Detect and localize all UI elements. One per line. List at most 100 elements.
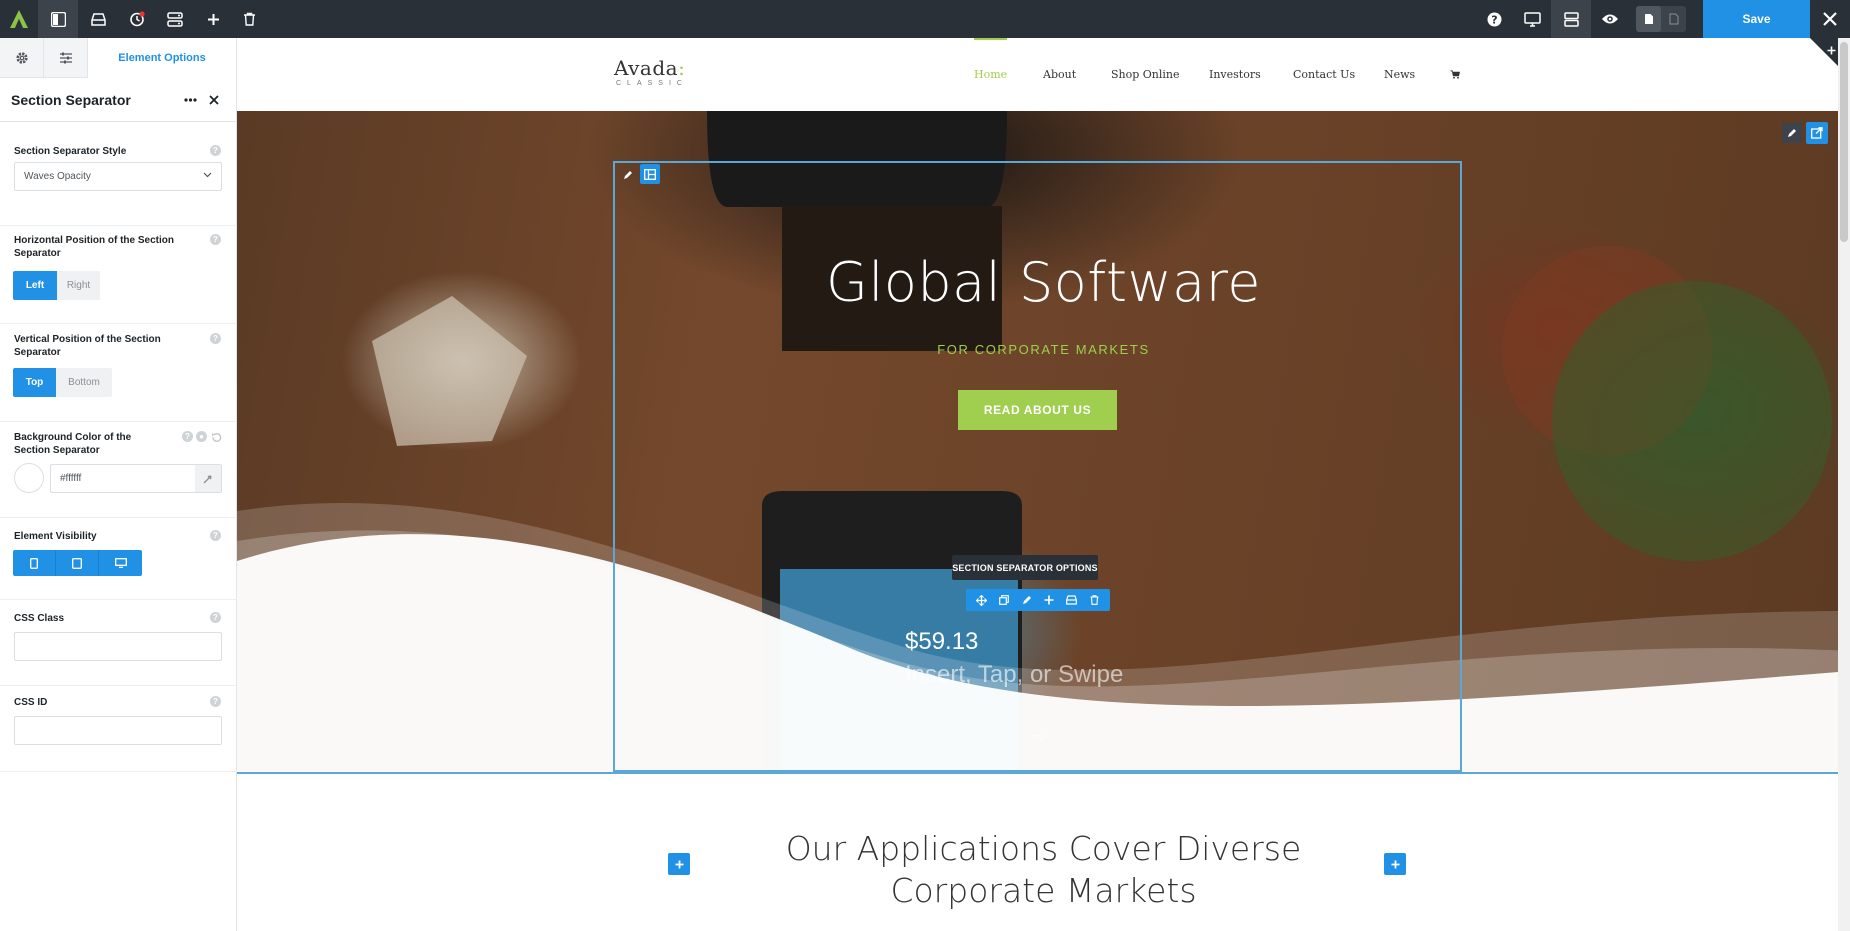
edit-column-icon[interactable] (618, 165, 638, 185)
edit-icon[interactable] (1018, 591, 1036, 609)
layers-icon[interactable] (1551, 0, 1591, 38)
position-bottom-button[interactable]: Bottom (56, 368, 112, 397)
option-css-id: CSS ID ? (0, 686, 237, 772)
help-icon[interactable]: ? (1474, 0, 1514, 38)
add-icon[interactable] (1040, 591, 1058, 609)
option-css-class: CSS Class ? (0, 600, 237, 686)
save-button[interactable]: Save (1703, 0, 1810, 38)
desktop-preview-icon[interactable] (1512, 0, 1552, 38)
logo-text: Avada (614, 56, 679, 80)
logo-subtext: CLASSIC (616, 80, 688, 87)
sidebar-tabs: Element Options (0, 38, 236, 78)
builder-toolbar: ? Save (0, 0, 1850, 38)
nav-item-investors[interactable]: Investors (1209, 38, 1261, 111)
section-title-line-1: Our Applications Cover Diverse (785, 829, 1302, 868)
help-icon[interactable]: ? (182, 431, 193, 442)
chevron-down-icon (203, 172, 212, 178)
add-container-corner-icon[interactable] (1827, 42, 1836, 60)
horizontal-position-toggle: Left Right (13, 271, 100, 300)
sidebar-header: Section Separator (0, 78, 236, 122)
selected-column-outline (613, 161, 1462, 772)
close-panel-icon[interactable] (203, 89, 225, 111)
vertical-position-toggle: Top Bottom (13, 368, 112, 397)
add-column-right-icon[interactable] (1384, 853, 1406, 875)
option-label: Section Separator Style (14, 146, 127, 157)
desktop-icon[interactable] (99, 550, 142, 576)
cart-icon[interactable] (1450, 38, 1460, 111)
page-outline-icon[interactable] (1661, 6, 1686, 32)
tablet-icon[interactable] (56, 550, 99, 576)
reset-icon[interactable] (211, 430, 222, 448)
preview-eye-icon[interactable] (1590, 0, 1630, 38)
option-label: Horizontal Position of the Section Separ… (14, 235, 174, 259)
edit-container-icon[interactable] (1782, 123, 1802, 143)
visibility-toggle-group (13, 550, 142, 576)
mobile-icon[interactable] (13, 550, 56, 576)
settings-gear-icon[interactable] (0, 38, 44, 78)
option-label: Background Color of the Section Separato… (14, 432, 132, 456)
panel-title: Section Separator (11, 91, 131, 108)
option-horizontal-position: Horizontal Position of the Section Separ… (0, 226, 237, 324)
option-label: CSS ID (14, 697, 48, 708)
eyedropper-icon[interactable] (195, 465, 221, 492)
option-separator-style: Section Separator Style ? Waves Opacity (0, 137, 237, 226)
color-value: #ffffff (60, 473, 82, 484)
option-label: CSS Class (14, 613, 65, 624)
nav-item-contact-us[interactable]: Contact Us (1293, 38, 1355, 111)
css-id-input[interactable] (14, 716, 222, 745)
position-top-button[interactable]: Top (13, 368, 56, 397)
logo-mark: : (678, 56, 686, 80)
page-icon[interactable] (1636, 6, 1661, 32)
position-left-button[interactable]: Left (13, 271, 57, 300)
tab-element-options[interactable]: Element Options (88, 38, 236, 78)
help-icon[interactable]: ? (210, 234, 221, 245)
container-bottom-outline (237, 772, 1840, 774)
nav-item-about[interactable]: About (1043, 38, 1076, 111)
add-icon[interactable] (193, 0, 233, 38)
options-sidebar: Element Options Section Separator Sectio… (0, 38, 237, 931)
sidebar-toggle-icon[interactable] (38, 0, 78, 38)
site-header: Avada: CLASSIC Home About Shop Online In… (237, 38, 1850, 111)
library-icon[interactable] (78, 0, 118, 38)
sliders-icon[interactable] (44, 38, 88, 78)
avada-logo-icon[interactable] (0, 0, 38, 38)
library-icon[interactable] (1063, 591, 1081, 609)
trash-icon[interactable] (1086, 591, 1104, 609)
help-icon[interactable]: ? (210, 333, 221, 344)
separator-style-select[interactable]: Waves Opacity (14, 162, 222, 191)
help-icon[interactable]: ? (210, 145, 221, 156)
option-label: Element Visibility (14, 531, 97, 542)
color-hex-input[interactable]: #ffffff (50, 464, 222, 493)
scrollbar-thumb[interactable] (1840, 42, 1848, 242)
css-class-input[interactable] (14, 632, 222, 661)
global-option-icon[interactable]: ● (196, 431, 207, 442)
select-value: Waves Opacity (24, 171, 91, 182)
help-icon[interactable]: ? (210, 612, 221, 623)
add-column-left-icon[interactable] (668, 853, 690, 875)
help-icon[interactable]: ? (210, 530, 221, 541)
option-element-visibility: Element Visibility ? (0, 518, 237, 600)
trash-icon[interactable] (229, 0, 269, 38)
site-logo[interactable]: Avada: CLASSIC (614, 56, 688, 87)
more-options-icon[interactable] (179, 89, 201, 111)
color-swatch[interactable] (14, 463, 44, 493)
help-icon[interactable]: ? (210, 696, 221, 707)
nav-item-shop-online[interactable]: Shop Online (1111, 38, 1180, 111)
section-title-line-2: Corporate Markets (890, 871, 1197, 910)
separator-element-toolbar (966, 589, 1110, 611)
option-background-color: Background Color of the Section Separato… (0, 422, 237, 518)
move-icon[interactable] (972, 591, 990, 609)
layout-icon[interactable] (155, 0, 195, 38)
clone-icon[interactable] (995, 591, 1013, 609)
position-right-button[interactable]: Right (57, 271, 100, 300)
section-title: Our Applications Cover Diverse Corporate… (237, 828, 1850, 912)
page-view-toggle[interactable] (1636, 6, 1686, 32)
option-label: Vertical Position of the Section Separat… (14, 334, 161, 358)
close-icon[interactable] (1810, 0, 1850, 38)
history-icon[interactable] (117, 0, 157, 38)
column-options-icon[interactable] (640, 164, 660, 184)
nav-item-home[interactable]: Home (974, 38, 1008, 111)
nav-item-news[interactable]: News (1384, 38, 1415, 111)
svg-text:?: ? (1491, 13, 1497, 26)
container-options-icon[interactable] (1806, 122, 1828, 144)
